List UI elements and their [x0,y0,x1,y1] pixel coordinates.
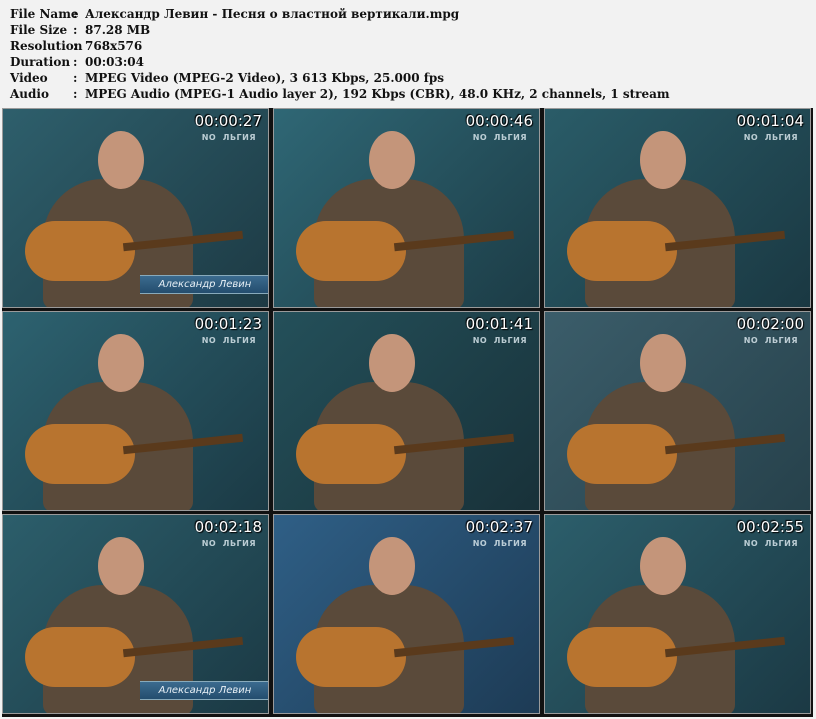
performer-head [369,131,415,189]
guitar [25,424,135,484]
performer-head [98,537,144,595]
video-thumbnail[interactable]: NO ЛЬГИЯ 00:00:46 [273,108,540,308]
guitar [25,627,135,687]
timestamp: 00:02:00 [736,315,804,333]
guitar [296,424,406,484]
name-caption: Александр Левин [140,275,268,294]
channel-logo: NO ЛЬГИЯ [743,336,798,345]
guitar [296,627,406,687]
thumbnail-grid: NO ЛЬГИЯ 00:00:27 Александр Левин NO ЛЬГИЯ 0… [2,108,813,717]
guitar [567,221,677,281]
audio-value: MPEG Audio (MPEG-1 Audio layer 2), 192 K… [85,87,670,101]
duration-label: Duration [10,55,71,69]
separator: : [73,7,78,21]
info-row-resolution: Resolution : 768x576 [10,38,670,54]
separator: : [73,39,78,53]
separator: : [73,71,78,85]
video-value: MPEG Video (MPEG-2 Video), 3 613 Kbps, 2… [85,71,445,85]
performer-head [640,537,686,595]
timestamp: 00:00:46 [465,112,533,130]
file-size-value: 87.28 MB [85,23,151,37]
resolution-value: 768x576 [85,39,143,53]
timestamp: 00:02:37 [465,518,533,536]
info-row-video: Video : MPEG Video (MPEG-2 Video), 3 613… [10,70,670,86]
guitar [567,424,677,484]
performer-head [369,334,415,392]
channel-logo: NO ЛЬГИЯ [743,539,798,548]
video-thumbnail[interactable]: NO ЛЬГИЯ 00:02:37 [273,514,540,714]
channel-logo: NO ЛЬГИЯ [201,133,256,142]
timestamp: 00:01:23 [194,315,262,333]
file-size-label: File Size [10,23,68,37]
channel-logo: NO ЛЬГИЯ [201,539,256,548]
performer-head [98,334,144,392]
timestamp: 00:02:55 [736,518,804,536]
guitar [296,221,406,281]
info-row-audio: Audio : MPEG Audio (MPEG-1 Audio layer 2… [10,86,670,102]
performer-head [640,334,686,392]
name-caption: Александр Левин [140,681,268,700]
video-thumbnail[interactable]: NO ЛЬГИЯ 00:00:27 Александр Левин [2,108,269,308]
guitar [25,221,135,281]
info-row-file-size: File Size : 87.28 MB [10,22,670,38]
video-thumbnail[interactable]: NO ЛЬГИЯ 00:01:23 [2,311,269,511]
separator: : [73,23,78,37]
channel-logo: NO ЛЬГИЯ [472,133,527,142]
info-row-duration: Duration : 00:03:04 [10,54,670,70]
timestamp: 00:02:18 [194,518,262,536]
info-row-file-name: File Name : Александр Левин - Песня о вл… [10,6,670,22]
guitar [567,627,677,687]
file-name-label: File Name [10,7,79,21]
video-thumbnail[interactable]: NO ЛЬГИЯ 00:02:00 [544,311,811,511]
channel-logo: NO ЛЬГИЯ [743,133,798,142]
audio-label: Audio [10,87,49,101]
resolution-label: Resolution [10,39,83,53]
performer-head [369,537,415,595]
separator: : [73,55,78,69]
timestamp: 00:01:04 [736,112,804,130]
video-thumbnail[interactable]: NO ЛЬГИЯ 00:02:55 [544,514,811,714]
video-label: Video [10,71,48,85]
channel-logo: NO ЛЬГИЯ [201,336,256,345]
channel-logo: NO ЛЬГИЯ [472,539,527,548]
channel-logo: NO ЛЬГИЯ [472,336,527,345]
file-name-value: Александр Левин - Песня о властной верти… [85,7,460,21]
separator: : [73,87,78,101]
file-info-panel: File Name : Александр Левин - Песня о вл… [10,6,670,102]
video-thumbnail[interactable]: NO ЛЬГИЯ 00:02:18 Александр Левин [2,514,269,714]
performer-head [640,131,686,189]
timestamp: 00:00:27 [194,112,262,130]
performer-head [98,131,144,189]
video-thumbnail[interactable]: NO ЛЬГИЯ 00:01:41 [273,311,540,511]
timestamp: 00:01:41 [465,315,533,333]
duration-value: 00:03:04 [85,55,144,69]
video-thumbnail[interactable]: NO ЛЬГИЯ 00:01:04 [544,108,811,308]
